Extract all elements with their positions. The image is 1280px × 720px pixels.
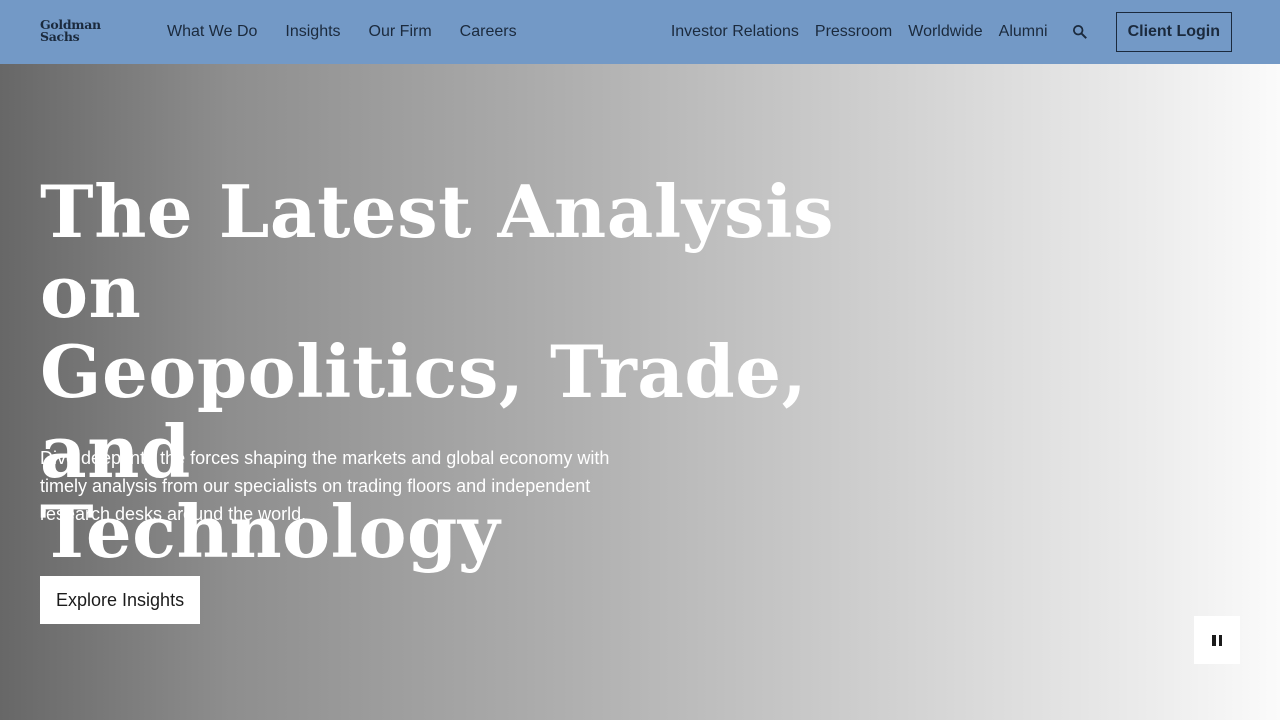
- page: Goldman Sachs What We Do Insights Our Fi…: [0, 0, 1280, 720]
- search-icon: [1072, 24, 1087, 39]
- secondary-nav: Investor Relations Pressroom Worldwide A…: [671, 0, 1232, 64]
- nav-item-worldwide[interactable]: Worldwide: [908, 23, 982, 41]
- nav-item-pressroom[interactable]: Pressroom: [815, 23, 892, 41]
- search-button[interactable]: [1068, 20, 1092, 44]
- explore-insights-button[interactable]: Explore Insights: [40, 576, 201, 624]
- site-header: Goldman Sachs What We Do Insights Our Fi…: [0, 0, 1280, 64]
- hero-subtitle: Dive deep into the forces shaping the ma…: [40, 448, 610, 524]
- logo-line-2: Sachs: [40, 29, 80, 44]
- nav-item-what-we-do[interactable]: What We Do: [167, 23, 257, 41]
- pause-icon: [1211, 634, 1224, 646]
- nav-item-alumni[interactable]: Alumni: [999, 23, 1048, 41]
- nav-item-investor-relations[interactable]: Investor Relations: [671, 23, 799, 41]
- nav-item-insights[interactable]: Insights: [285, 23, 340, 41]
- goldman-sachs-logo[interactable]: Goldman Sachs: [40, 18, 104, 47]
- nav-item-our-firm[interactable]: Our Firm: [369, 23, 432, 41]
- primary-nav: What We Do Insights Our Firm Careers: [167, 0, 545, 64]
- client-login-button[interactable]: Client Login: [1115, 12, 1232, 52]
- nav-item-careers[interactable]: Careers: [460, 23, 517, 41]
- hero-title-line-1: The Latest Analysis on: [40, 169, 834, 334]
- pause-button[interactable]: [1194, 616, 1240, 664]
- hero-section: The Latest Analysis on Geopolitics, Trad…: [0, 64, 1280, 720]
